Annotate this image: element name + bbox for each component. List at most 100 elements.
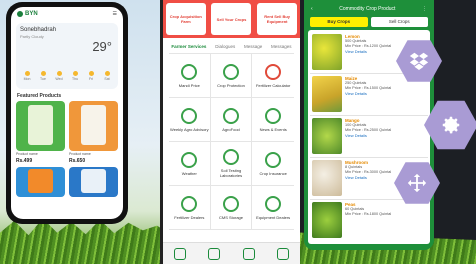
rent-equipment-button[interactable]: Rent Sell Buy Equipment (257, 3, 298, 35)
weather-card[interactable]: Sonebhadrah Partly Cloudy 29° Mon Tue We… (16, 23, 118, 89)
service-label: Soil Testing Laboratories (219, 168, 243, 178)
forecast-day: Tue (36, 71, 50, 85)
logo-icon (17, 11, 23, 17)
seed-bag-icon (28, 105, 53, 145)
crop-details: Maize 250 Quintals Min Price : Rs.1500 Qui… (345, 76, 391, 113)
service-agro-advisory[interactable]: Weekly Agro Advisory (169, 98, 211, 142)
crop-details: Mushroom 8 Quintals Min Price : Rs.3000 Qu… (345, 160, 391, 197)
service-crop-protection[interactable]: Crop Protection (210, 54, 253, 98)
forecast-day: Mon (20, 71, 34, 85)
crop-details: Lemon 500 Quintals Min Price : Rs.1200 Qui… (345, 34, 391, 71)
phone-services-screen: Crop Acquisition Farm Sell Your Crops Re… (160, 0, 300, 264)
product-image[interactable] (16, 167, 65, 197)
sell-crops-button[interactable]: Sell Your Crops (211, 3, 252, 35)
sun-icon (88, 71, 94, 76)
weather-forecast: Mon Tue Wed Thu Fri Sat (20, 71, 114, 85)
food-icon (222, 107, 239, 124)
crop-details: Mango 100 Quintals Min Price : Rs.2500 Qui… (345, 118, 391, 155)
insurance-icon (265, 151, 282, 168)
page-title: Commodity Crop Product (339, 6, 396, 12)
view-details-link[interactable]: View Details (345, 133, 391, 138)
app-logo: BYN (17, 11, 38, 17)
service-equipment-dealers[interactable]: Equipment Dealers (252, 186, 294, 230)
sun-icon (56, 71, 62, 76)
forecast-day-label: Tue (40, 77, 46, 81)
sun-icon (104, 71, 110, 76)
service-weather[interactable]: Weather (169, 142, 211, 186)
service-fertilizer-dealers[interactable]: Fertilizer Dealers (169, 186, 211, 230)
peas-image (312, 202, 342, 238)
product-image[interactable] (69, 167, 118, 197)
view-details-link[interactable]: View Details (345, 49, 391, 54)
cart-icon[interactable] (242, 247, 255, 260)
service-crop-insurance[interactable]: Crop Insurance (252, 142, 294, 186)
crop-acquisition-button[interactable]: Crop Acquisition Farm (165, 3, 206, 35)
service-cms-storage[interactable]: CMS Storage (210, 186, 253, 230)
crop-market-header: ‹ Commodity Crop Product ⋮ (308, 4, 430, 14)
back-icon[interactable]: ‹ (311, 6, 313, 12)
crop-details: Peas 60 Quintals Min Price : Rs.1800 Quint… (345, 202, 391, 240)
service-mandi-price[interactable]: Mandi Price (169, 54, 211, 98)
forecast-day-label: Thu (71, 77, 79, 81)
list-item[interactable]: Peas 60 Quintals Min Price : Rs.1800 Quint… (310, 200, 428, 242)
product-image (16, 101, 65, 151)
service-label: AgroFood (222, 126, 240, 132)
weather-icon (181, 151, 198, 168)
crop-tabs: Buy Crops Sell Crops (308, 14, 430, 30)
news-icon (265, 107, 282, 124)
market-icon[interactable] (208, 247, 221, 260)
services-grid: Mandi Price Crop Protection Fertilizer C… (169, 53, 294, 230)
product-info: Product name (16, 152, 38, 156)
dealer-icon (181, 195, 198, 212)
service-soil-testing[interactable]: Soil Testing Laboratories (210, 142, 253, 186)
product-grid-more (11, 164, 123, 200)
tab-dialogues[interactable]: Dialogues (215, 44, 235, 49)
forecast-day: Fri (84, 71, 98, 85)
view-details-link[interactable]: View Details (345, 91, 391, 96)
tab-message[interactable]: Message (244, 44, 262, 49)
weather-location: Sonebhadrah (20, 27, 57, 33)
crop-price: Min Price : Rs.1800 Quintal (345, 212, 392, 216)
profile-icon[interactable] (276, 247, 289, 260)
tab-farmer-services[interactable]: Farmer Services (171, 44, 206, 49)
tab-buy-crops[interactable]: Buy Crops (310, 17, 368, 27)
product-card[interactable]: Product name Rs.650 (69, 101, 118, 164)
home-icon[interactable] (174, 247, 187, 260)
top-action-bar: Crop Acquisition Farm Sell Your Crops Re… (163, 0, 300, 38)
service-label: News & Events (259, 126, 287, 132)
dropbox-icon (409, 52, 429, 70)
service-label: Equipment Dealers (256, 214, 291, 220)
section-title: Featured Products (17, 93, 62, 99)
forecast-day: Wed (52, 71, 66, 85)
more-icon[interactable]: ⋮ (422, 6, 427, 12)
home-screen: BYN ☰ Sonebhadrah Partly Cloudy 29° Mon … (11, 7, 123, 219)
product-price: Rs.499 (16, 158, 33, 164)
service-news-events[interactable]: News & Events (252, 98, 294, 142)
phone-home-screen: BYN ☰ Sonebhadrah Partly Cloudy 29° Mon … (6, 2, 128, 224)
mushroom-image (312, 160, 342, 196)
list-item[interactable]: Mango 100 Quintals Min Price : Rs.2500 Qui… (310, 116, 428, 158)
service-label: Fertilizer Calculator (255, 82, 291, 88)
service-agrofood[interactable]: AgroFood (210, 98, 253, 142)
product-price: Rs.650 (69, 158, 86, 164)
product-card[interactable]: Product name Rs.499 (16, 101, 65, 164)
view-details-link[interactable]: View Details (345, 175, 391, 180)
bottom-nav-bar (163, 242, 300, 264)
menu-icon[interactable]: ☰ (113, 11, 117, 17)
product-image (69, 101, 118, 151)
sun-icon (40, 71, 46, 76)
service-label: Crop Insurance (259, 170, 287, 176)
service-label: Crop Protection (217, 82, 245, 88)
product-info: Product name (69, 152, 91, 156)
service-fertilizer-calculator[interactable]: Fertilizer Calculator (252, 54, 294, 98)
service-label: Weather (181, 170, 197, 176)
maize-image (312, 76, 342, 112)
forecast-day: Thu (68, 71, 82, 85)
forecast-day-label: Sat (104, 77, 110, 81)
tab-messages[interactable]: Messages (271, 44, 292, 49)
move-icon (407, 173, 427, 193)
phone-crop-market-screen: ‹ Commodity Crop Product ⋮ Buy Crops Sel… (304, 0, 434, 250)
price-icon (181, 63, 198, 80)
advisory-icon (181, 107, 198, 124)
tab-sell-crops[interactable]: Sell Crops (370, 17, 428, 27)
